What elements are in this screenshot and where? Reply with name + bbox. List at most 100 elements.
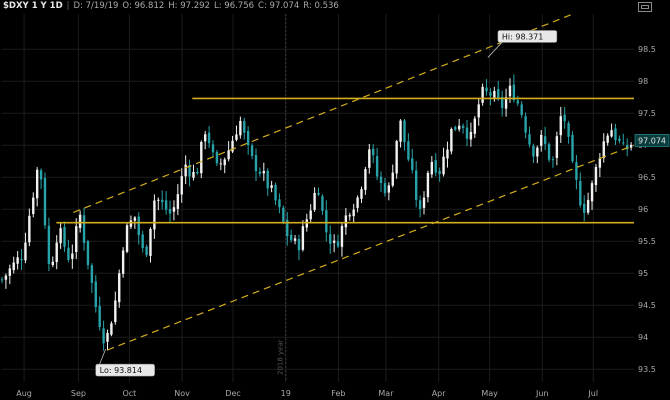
- x-tick-label: Oct: [122, 389, 136, 398]
- candle-body: [254, 155, 258, 172]
- candle-body: [32, 197, 35, 215]
- candle-body: [168, 208, 172, 214]
- candle-body: [239, 120, 242, 136]
- y-tick-label: 94: [638, 333, 648, 342]
- candle-body: [579, 180, 582, 206]
- candle-body: [317, 192, 320, 195]
- candle-body: [364, 169, 367, 190]
- candle-body: [67, 247, 70, 260]
- x-tick-label: 19: [281, 389, 291, 398]
- candle-body: [489, 92, 492, 96]
- candle-body: [12, 262, 15, 271]
- candle-body: [235, 134, 238, 140]
- candle-body: [629, 144, 633, 148]
- x-tick-label: May: [481, 389, 498, 398]
- candle-body: [227, 150, 230, 160]
- y-tick-label: 98.5: [638, 45, 656, 54]
- candle-body: [418, 200, 422, 209]
- candle-body: [481, 86, 484, 103]
- candle-body: [414, 170, 418, 200]
- candle-body: [446, 149, 449, 159]
- year-marker-label: 2018 year: [277, 339, 285, 375]
- candle-body: [395, 141, 398, 174]
- x-tick-label: Jun: [535, 389, 549, 398]
- price-chart[interactable]: 2018 year Hi: 98.371 Lo: 93.814 98.5 98 97.…: [0, 0, 670, 400]
- candle-body: [547, 144, 551, 160]
- candle-body: [207, 132, 211, 144]
- candle-body: [157, 199, 160, 201]
- candle-body: [121, 250, 125, 274]
- candle-body: [153, 200, 156, 230]
- candle-body: [598, 158, 602, 168]
- candle-body: [293, 238, 297, 241]
- y-axis: 98.59897.59796.59695.59594.59493.597.074: [634, 45, 670, 374]
- candle-body: [133, 217, 137, 221]
- candle-body: [75, 226, 78, 253]
- candle-body: [20, 259, 23, 261]
- candle-body: [360, 189, 363, 199]
- candle-body: [211, 144, 215, 153]
- candle-body: [39, 170, 43, 180]
- candle-body: [528, 134, 531, 145]
- x-tick-label: Jul: [587, 389, 598, 398]
- candle-body: [309, 210, 312, 220]
- candle-body: [24, 242, 27, 261]
- trendlines: [56, 13, 635, 351]
- candle-body: [102, 328, 105, 344]
- candle-body: [532, 145, 535, 157]
- candle-body: [161, 199, 164, 203]
- candle-body: [118, 273, 121, 303]
- candle-body: [55, 242, 58, 263]
- candle-body: [356, 197, 359, 208]
- candle-body: [594, 166, 598, 186]
- candle-body: [407, 141, 410, 160]
- candle-body: [348, 215, 351, 217]
- candle-body: [82, 215, 86, 243]
- candle-body: [98, 306, 101, 327]
- candle-body: [540, 134, 543, 146]
- candle-body: [129, 220, 133, 227]
- candle-body: [59, 228, 62, 244]
- candle-body: [192, 171, 195, 178]
- candle-body: [618, 138, 621, 141]
- candles: [0, 74, 633, 351]
- candle-body: [250, 145, 254, 156]
- candle-body: [282, 207, 285, 222]
- y-tick-label: 95.5: [638, 237, 656, 246]
- candle-body: [106, 332, 109, 342]
- candle-body: [145, 246, 148, 256]
- candle-body: [215, 152, 219, 164]
- candle-body: [493, 90, 496, 98]
- candle-body: [469, 131, 473, 140]
- candle-body: [450, 128, 453, 152]
- candle-body: [270, 185, 273, 188]
- candle-body: [536, 147, 539, 157]
- year-marker: 2018 year: [277, 14, 287, 382]
- x-tick-label: Sep: [71, 389, 86, 398]
- candle-body: [94, 281, 97, 308]
- candle-body: [313, 192, 316, 210]
- candle-body: [180, 176, 183, 195]
- candle-body: [473, 118, 477, 134]
- candle-body: [610, 130, 613, 137]
- candle-body: [329, 234, 332, 244]
- candle-body: [614, 128, 617, 141]
- x-tick-label: Aug: [16, 389, 32, 398]
- candle-body: [551, 159, 555, 161]
- candle-body: [258, 171, 262, 174]
- y-tick-label: 96: [638, 205, 648, 214]
- candle-body: [391, 172, 394, 186]
- candle-body: [305, 219, 308, 228]
- candle-body: [567, 123, 570, 137]
- candle-body: [243, 120, 246, 133]
- x-tick-label: Mar: [378, 389, 394, 398]
- candle-body: [622, 142, 625, 144]
- candle-body: [196, 171, 199, 174]
- candle-body: [149, 228, 152, 256]
- candle-body: [590, 183, 594, 202]
- candle-body: [246, 130, 250, 146]
- last-price-label: 97.074: [638, 136, 666, 145]
- candle-body: [543, 136, 547, 145]
- candle-body: [51, 261, 54, 265]
- candle-body: [164, 200, 168, 210]
